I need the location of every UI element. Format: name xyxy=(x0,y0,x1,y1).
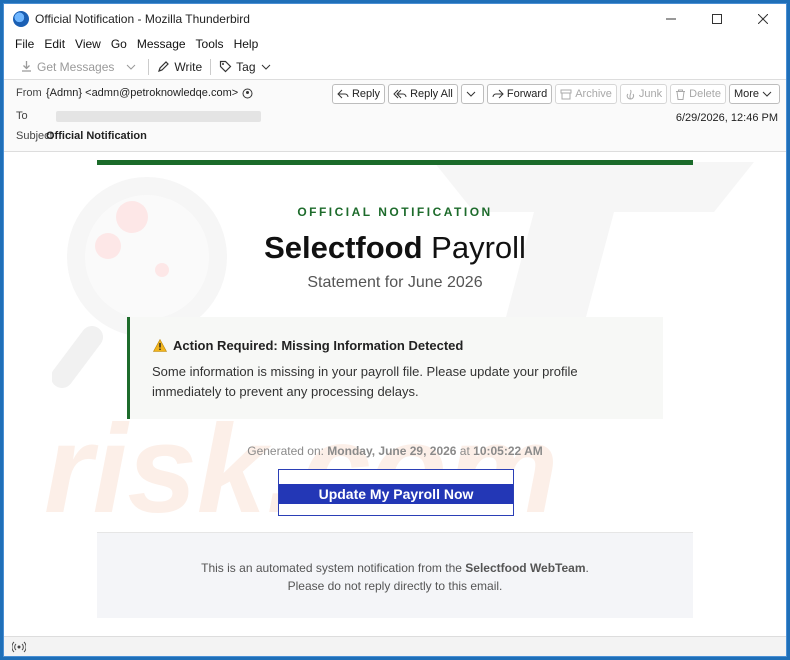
menu-message[interactable]: Message xyxy=(132,37,191,51)
window-title: Official Notification - Mozilla Thunderb… xyxy=(35,12,250,26)
write-button[interactable]: Write xyxy=(151,56,208,78)
junk-icon xyxy=(626,89,634,100)
update-payroll-button[interactable]: Update My Payroll Now xyxy=(279,484,513,504)
more-label: More xyxy=(733,88,759,100)
toolbar-separator xyxy=(210,58,212,75)
footer-team: Selectfood WebTeam xyxy=(465,561,586,575)
subject-row: Subject Official Notification xyxy=(4,130,147,142)
menu-go[interactable]: Go xyxy=(106,37,132,51)
warning-icon xyxy=(153,339,167,352)
write-label: Write xyxy=(174,59,203,74)
statement-subtitle: Statement for June 2026 xyxy=(307,274,483,291)
generated-mid: at xyxy=(456,444,474,458)
get-messages-button[interactable]: Get Messages xyxy=(14,56,120,78)
delete-label: Delete xyxy=(689,88,721,100)
menu-file[interactable]: File xyxy=(10,37,39,51)
download-icon xyxy=(22,61,31,72)
thunderbird-window: Official Notification - Mozilla Thunderb… xyxy=(3,3,787,657)
generated-prefix: Generated on: xyxy=(247,444,328,458)
forward-icon xyxy=(492,89,504,99)
forward-label: Forward xyxy=(506,88,548,100)
menu-view[interactable]: View xyxy=(70,37,106,51)
minimize-button[interactable] xyxy=(648,4,694,34)
tag-icon xyxy=(220,60,232,73)
alert-title-text: Action Required: Missing Information Det… xyxy=(173,338,464,353)
archive-label: Archive xyxy=(575,88,612,100)
message-date: 6/29/2026, 12:46 PM xyxy=(675,112,778,124)
online-status-icon[interactable] xyxy=(12,641,26,653)
reply-button[interactable]: Reply xyxy=(331,84,386,104)
forward-button[interactable]: Forward xyxy=(486,84,553,104)
generated-date: Monday, June 29, 2026 xyxy=(327,444,457,458)
chevron-down-icon xyxy=(127,64,136,70)
close-button[interactable] xyxy=(740,4,786,34)
alert-box: Action Required: Missing Information Det… xyxy=(127,317,663,419)
menu-edit[interactable]: Edit xyxy=(39,37,70,51)
tag-label: Tag xyxy=(236,59,256,74)
email-top-stripe xyxy=(97,160,693,165)
junk-label: Junk xyxy=(638,88,663,100)
reply-all-icon xyxy=(393,89,407,99)
brand-heading: Selectfood Payroll xyxy=(97,230,693,266)
to-row: To xyxy=(4,110,261,122)
reply-label: Reply xyxy=(351,88,381,100)
get-messages-label: Get Messages xyxy=(37,59,115,74)
alert-body: Some information is missing in your payr… xyxy=(152,364,578,399)
thunderbird-logo-icon xyxy=(13,11,29,27)
redacted-recipient xyxy=(56,110,261,122)
reply-all-button[interactable]: Reply All xyxy=(388,84,458,104)
message-header: From {Admn} <admn@petroknowledqe.com> Re… xyxy=(4,80,786,152)
reply-all-label: Reply All xyxy=(410,88,453,100)
from-row: From {Admn} <admn@petroknowledqe.com> xyxy=(4,87,253,99)
chevron-down-icon xyxy=(261,64,270,70)
menu-tools[interactable]: Tools xyxy=(191,37,229,51)
toolbar-separator xyxy=(148,58,150,75)
delete-button[interactable]: Delete xyxy=(670,84,726,104)
menu-help[interactable]: Help xyxy=(229,37,264,51)
sender-address[interactable]: {Admn} <admn@petroknowledqe.com> xyxy=(46,87,238,99)
generated-timestamp: Generated on: Monday, June 29, 2026 at 1… xyxy=(97,444,693,458)
chevron-down-icon xyxy=(762,91,772,97)
footer-pre: This is an automated system notification… xyxy=(201,561,466,575)
brand-suffix: Payroll xyxy=(422,230,526,265)
subject-label: Subject xyxy=(16,130,53,142)
from-label: From xyxy=(16,87,42,99)
archive-button[interactable]: Archive xyxy=(555,84,617,104)
trash-icon xyxy=(676,89,686,100)
main-toolbar: Get Messages Write Tag xyxy=(4,54,786,80)
get-messages-dropdown[interactable] xyxy=(120,56,146,78)
header-actions: Reply Reply All Forward Archive Junk Del… xyxy=(331,84,780,104)
chevron-down-icon xyxy=(466,91,476,97)
notification-kicker: OFFICIAL NOTIFICATION xyxy=(297,205,493,219)
footer-post: . xyxy=(585,561,589,575)
archive-icon xyxy=(560,89,572,99)
contact-icon[interactable] xyxy=(242,88,253,99)
brand-name: Selectfood xyxy=(264,230,423,265)
update-payroll-link-box[interactable]: Update My Payroll Now xyxy=(278,469,514,516)
message-body: risk.com OFFICIAL NOTIFICATION Selectfoo… xyxy=(4,152,786,636)
generated-time: 10:05:22 AM xyxy=(473,444,543,458)
title-bar: Official Notification - Mozilla Thunderb… xyxy=(4,4,786,34)
menu-bar: File Edit View Go Message Tools Help xyxy=(4,34,786,54)
maximize-button[interactable] xyxy=(694,4,740,34)
tag-button[interactable]: Tag xyxy=(213,56,281,78)
pencil-icon xyxy=(158,61,170,72)
footer-line-2: Please do not reply directly to this ema… xyxy=(287,579,503,593)
reply-all-dropdown[interactable] xyxy=(460,84,484,104)
to-label: To xyxy=(16,110,28,122)
reply-icon xyxy=(337,89,349,99)
footer-line-1: This is an automated system notification… xyxy=(97,559,693,577)
junk-button[interactable]: Junk xyxy=(619,84,668,104)
email-footer: This is an automated system notification… xyxy=(97,532,693,618)
status-bar xyxy=(4,636,786,656)
subject-value: Official Notification xyxy=(46,130,147,142)
alert-title: Action Required: Missing Information Det… xyxy=(153,338,463,353)
more-button[interactable]: More xyxy=(728,84,780,104)
